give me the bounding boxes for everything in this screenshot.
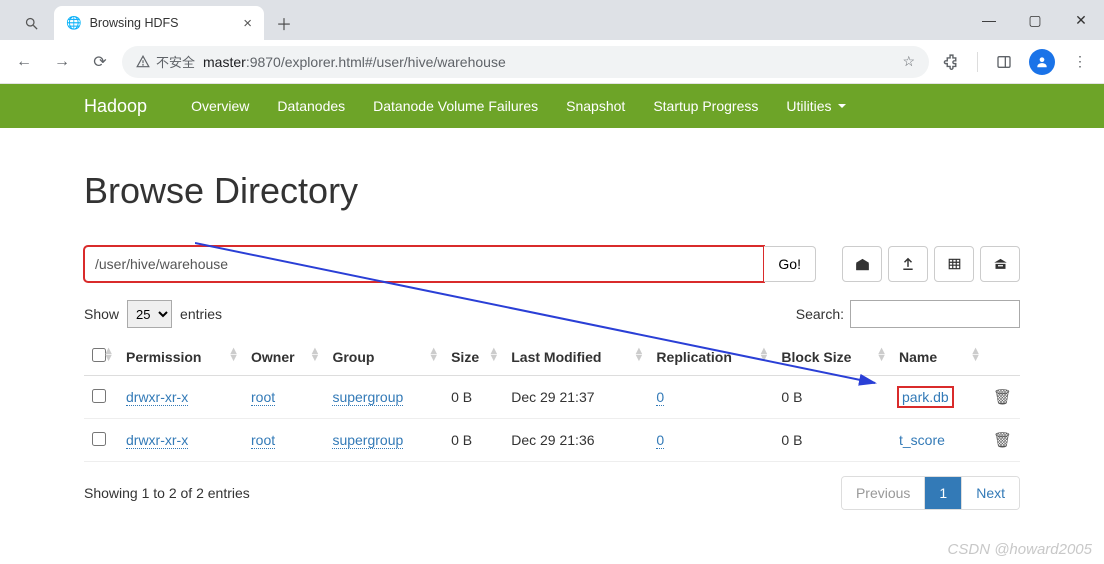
modified-cell: Dec 29 21:37 xyxy=(503,376,648,419)
col-group[interactable]: Group▲▼ xyxy=(324,338,443,376)
maximize-icon[interactable]: ▢ xyxy=(1012,4,1058,36)
permission-link[interactable]: drwxr-xr-x xyxy=(126,432,188,449)
table-row: drwxr-xr-xrootsupergroup0 BDec 29 21:370… xyxy=(84,376,1020,419)
page-content: Browse Directory Go! Show 25 entries Sea… xyxy=(0,128,1104,510)
search-input[interactable] xyxy=(850,300,1020,328)
group-link[interactable]: supergroup xyxy=(332,432,403,449)
nav-startup-progress[interactable]: Startup Progress xyxy=(639,84,772,128)
tab-title: Browsing HDFS xyxy=(90,16,179,30)
kebab-menu-icon[interactable]: ⋮ xyxy=(1064,46,1096,78)
pager-next[interactable]: Next xyxy=(962,477,1019,509)
avatar-icon xyxy=(1029,49,1055,75)
profile-avatar[interactable] xyxy=(1026,46,1058,78)
pager-previous[interactable]: Previous xyxy=(842,477,925,509)
minimize-icon[interactable]: — xyxy=(966,4,1012,36)
pager-page-1[interactable]: 1 xyxy=(925,477,962,509)
permission-link[interactable]: drwxr-xr-x xyxy=(126,389,188,406)
go-button[interactable]: Go! xyxy=(764,246,816,282)
size-cell: 0 B xyxy=(443,376,503,419)
nav-snapshot[interactable]: Snapshot xyxy=(552,84,639,128)
entries-label: entries xyxy=(180,306,222,322)
pager: Previous 1 Next xyxy=(841,476,1020,510)
group-link[interactable]: supergroup xyxy=(332,389,403,406)
brand-label[interactable]: Hadoop xyxy=(84,96,147,117)
url-input[interactable]: 不安全 master:9870/explorer.html#/user/hive… xyxy=(122,46,929,78)
cut-icon[interactable] xyxy=(980,246,1020,282)
col-size[interactable]: Size▲▼ xyxy=(443,338,503,376)
nav-volume-failures[interactable]: Datanode Volume Failures xyxy=(359,84,552,128)
insecure-label: 不安全 xyxy=(156,52,195,71)
owner-link[interactable]: root xyxy=(251,432,275,449)
entries-select[interactable]: 25 xyxy=(127,300,172,328)
col-name[interactable]: Name▲▼ xyxy=(891,338,985,376)
path-row: Go! xyxy=(84,246,1020,282)
size-cell: 0 B xyxy=(443,419,503,462)
file-table: ▲▼ Permission▲▼ Owner▲▼ Group▲▼ Size▲▼ L… xyxy=(84,338,1020,462)
nav-datanodes[interactable]: Datanodes xyxy=(263,84,359,128)
nav-overview[interactable]: Overview xyxy=(177,84,263,128)
url-text: master:9870/explorer.html#/user/hive/war… xyxy=(203,54,506,70)
window-controls: — ▢ ✕ xyxy=(966,0,1104,40)
col-last-modified[interactable]: Last Modified▲▼ xyxy=(503,338,648,376)
new-folder-icon[interactable] xyxy=(934,246,974,282)
row-checkbox[interactable] xyxy=(92,432,106,446)
upload-icon[interactable] xyxy=(888,246,928,282)
browser-tab[interactable]: 🌐 Browsing HDFS × xyxy=(54,6,264,40)
chevron-down-icon xyxy=(838,104,846,108)
search-label: Search: xyxy=(796,306,844,322)
replication-link[interactable]: 0 xyxy=(656,389,664,406)
tab-search-icon[interactable] xyxy=(8,6,54,40)
col-permission[interactable]: Permission▲▼ xyxy=(118,338,243,376)
name-link[interactable]: park.db xyxy=(899,388,952,406)
sort-icon[interactable]: ▲▼ xyxy=(103,348,114,362)
bookmark-star-icon[interactable]: ☆ xyxy=(902,53,915,70)
divider xyxy=(977,52,978,72)
replication-link[interactable]: 0 xyxy=(656,432,664,449)
table-controls: Show 25 entries Search: xyxy=(84,300,1020,328)
side-panel-icon[interactable] xyxy=(988,46,1020,78)
table-footer: Showing 1 to 2 of 2 entries Previous 1 N… xyxy=(84,476,1020,510)
blocksize-cell: 0 B xyxy=(773,419,891,462)
col-owner[interactable]: Owner▲▼ xyxy=(243,338,324,376)
row-checkbox[interactable] xyxy=(92,389,106,403)
page-title: Browse Directory xyxy=(84,170,1020,212)
show-label: Show xyxy=(84,306,119,322)
hadoop-navbar: Hadoop Overview Datanodes Datanode Volum… xyxy=(0,84,1104,128)
watermark: CSDN @howard2005 xyxy=(948,541,1092,558)
back-icon[interactable]: ← xyxy=(8,46,40,78)
browser-address-bar: ← → ⟳ 不安全 master:9870/explorer.html#/use… xyxy=(0,40,1104,84)
path-input[interactable] xyxy=(84,246,764,282)
browser-tab-strip: 🌐 Browsing HDFS × ＋ — ▢ ✕ xyxy=(0,0,1104,40)
globe-icon: 🌐 xyxy=(66,16,82,31)
extensions-icon[interactable] xyxy=(935,46,967,78)
footer-info: Showing 1 to 2 of 2 entries xyxy=(84,485,250,501)
new-tab-button[interactable]: ＋ xyxy=(270,9,298,37)
insecure-badge: 不安全 xyxy=(136,52,195,71)
close-icon[interactable]: × xyxy=(243,15,252,32)
col-block-size[interactable]: Block Size▲▼ xyxy=(773,338,891,376)
trash-icon[interactable]: 🗑 xyxy=(993,432,1012,449)
reload-icon[interactable]: ⟳ xyxy=(84,46,116,78)
owner-link[interactable]: root xyxy=(251,389,275,406)
blocksize-cell: 0 B xyxy=(773,376,891,419)
col-replication[interactable]: Replication▲▼ xyxy=(648,338,773,376)
modified-cell: Dec 29 21:36 xyxy=(503,419,648,462)
trash-icon[interactable]: 🗑 xyxy=(993,389,1012,406)
name-link[interactable]: t_score xyxy=(899,432,945,448)
close-window-icon[interactable]: ✕ xyxy=(1058,4,1104,36)
home-icon[interactable] xyxy=(842,246,882,282)
table-row: drwxr-xr-xrootsupergroup0 BDec 29 21:360… xyxy=(84,419,1020,462)
nav-utilities[interactable]: Utilities xyxy=(772,84,859,128)
forward-icon[interactable]: → xyxy=(46,46,78,78)
